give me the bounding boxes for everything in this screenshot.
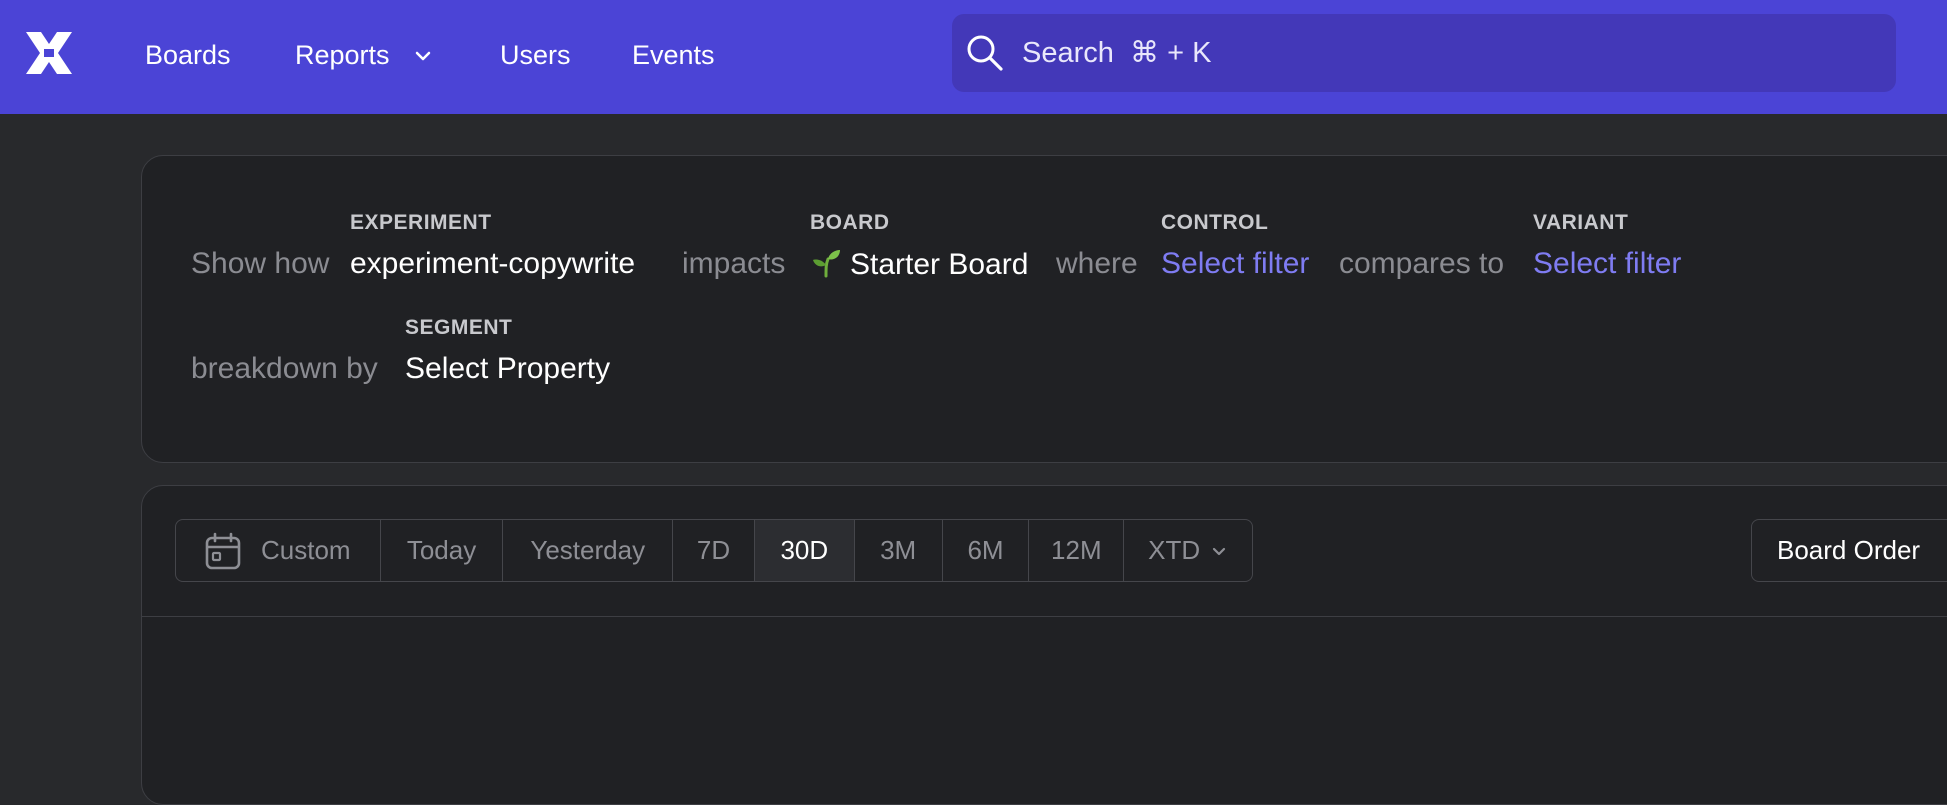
segment-property-selector[interactable]: Select Property xyxy=(405,351,610,387)
experiment-label: EXPERIMENT xyxy=(350,211,492,234)
top-nav: Boards Reports Users Events Search ⌘ + K xyxy=(0,0,1947,114)
range-7d-button[interactable]: 7D xyxy=(673,520,755,581)
control-label: CONTROL xyxy=(1161,211,1269,234)
search-input[interactable]: Search ⌘ + K xyxy=(952,14,1896,92)
x-logo-icon[interactable] xyxy=(24,30,74,76)
range-30d-button[interactable]: 30D xyxy=(754,520,855,581)
nav-boards[interactable]: Boards xyxy=(145,38,231,72)
experiment-query-panel: Show how EXPERIMENT experiment-copywrite… xyxy=(141,155,1947,463)
chevron-down-icon[interactable] xyxy=(412,45,434,67)
search-placeholder: Search ⌘ + K xyxy=(1022,37,1212,69)
segment-label: SEGMENT xyxy=(405,316,513,339)
range-12m-button[interactable]: 12M xyxy=(1029,520,1125,581)
impacts-text: impacts xyxy=(682,247,786,280)
nav-events[interactable]: Events xyxy=(632,38,715,72)
show-how-text: Show how xyxy=(191,247,330,280)
nav-reports[interactable]: Reports xyxy=(295,38,390,72)
where-text: where xyxy=(1056,247,1138,280)
calendar-icon xyxy=(205,532,241,569)
chevron-down-icon xyxy=(1213,547,1226,555)
range-xtd-label: XTD xyxy=(1148,535,1201,565)
breakdown-by-text: breakdown by xyxy=(191,352,378,385)
range-3m-button[interactable]: 3M xyxy=(855,520,943,581)
variant-filter-selector[interactable]: Select filter xyxy=(1533,246,1681,282)
board-selector[interactable]: Starter Board xyxy=(810,246,1028,283)
range-custom-button[interactable]: Custom xyxy=(176,520,381,581)
board-order-button[interactable]: Board Order xyxy=(1751,519,1947,582)
range-yesterday-button[interactable]: Yesterday xyxy=(503,520,674,581)
search-icon xyxy=(967,35,1003,71)
board-label: BOARD xyxy=(810,211,890,234)
date-range-selector: Custom Today Yesterday 7D 30D 3M 6M 12M … xyxy=(175,519,1253,582)
variant-label: VARIANT xyxy=(1533,211,1629,234)
range-today-button[interactable]: Today xyxy=(381,520,504,581)
control-filter-selector[interactable]: Select filter xyxy=(1161,246,1309,282)
seedling-icon xyxy=(813,250,840,278)
experiment-selector[interactable]: experiment-copywrite xyxy=(350,246,635,282)
compares-to-text: compares to xyxy=(1339,247,1505,280)
results-panel: Custom Today Yesterday 7D 30D 3M 6M 12M … xyxy=(141,485,1947,805)
panel-divider xyxy=(142,616,1947,617)
nav-users[interactable]: Users xyxy=(500,38,571,72)
range-custom-label: Custom xyxy=(261,535,351,565)
range-6m-button[interactable]: 6M xyxy=(943,520,1030,581)
range-xtd-button[interactable]: XTD xyxy=(1124,520,1252,581)
